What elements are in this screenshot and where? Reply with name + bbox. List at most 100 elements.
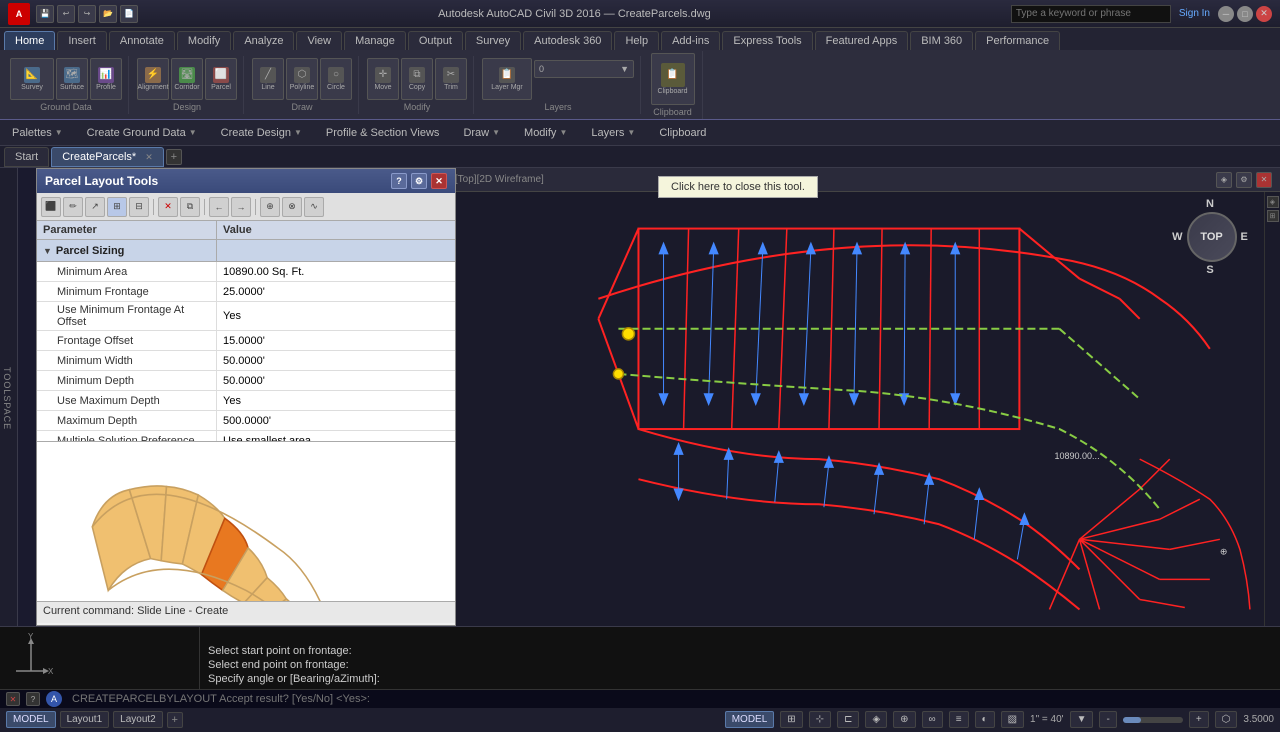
tab-autodesk360[interactable]: Autodesk 360 [523, 31, 612, 50]
row-min-frontage[interactable]: Minimum Frontage 25.0000' [37, 282, 455, 302]
ribbon-btn-layers[interactable]: 📋 Layer Mgr [482, 58, 532, 100]
tab-help[interactable]: Help [614, 31, 659, 50]
tab-survey[interactable]: Survey [465, 31, 521, 50]
ribbon-btn-move[interactable]: ✛ Move [367, 58, 399, 100]
ribbon-btn-align[interactable]: ⚡ Alignment [137, 58, 169, 100]
viewport-settings-btn[interactable]: ⚙ [1236, 172, 1252, 188]
group-modify[interactable]: Modify ▼ [520, 125, 571, 141]
tool-select[interactable]: ⬛ [41, 197, 61, 217]
tab-analyze[interactable]: Analyze [233, 31, 294, 50]
right-tool-2[interactable]: ⊞ [1267, 210, 1279, 222]
new-tab-button[interactable]: + [166, 149, 182, 165]
modify-dropdown-arrow: ▼ [559, 128, 567, 137]
ribbon-btn-2[interactable]: 🗺 Surface [56, 58, 88, 100]
tool-delete[interactable]: ✕ [158, 197, 178, 217]
group-draw[interactable]: Draw ▼ [459, 125, 504, 141]
row-frontage-offset[interactable]: Frontage Offset 15.0000' [37, 331, 455, 351]
tab-home[interactable]: Home [4, 31, 55, 50]
group-layers[interactable]: Layers ▼ [587, 125, 639, 141]
tool-pick-start[interactable]: ⊕ [260, 197, 280, 217]
compass: N W TOP E S [1180, 198, 1240, 318]
row-max-depth[interactable]: Maximum Depth 500.0000' [37, 411, 455, 431]
parcel-panel-title-text: Parcel Layout Tools [45, 174, 158, 188]
qa-new[interactable]: 📄 [120, 5, 138, 23]
ribbon-btn-trim[interactable]: ✂ Trim [435, 58, 467, 100]
row-multiple-solution[interactable]: Multiple Solution Preference Use smalles… [37, 431, 455, 441]
command-area: Y X Select start point on frontage: Sele… [0, 626, 1280, 706]
tab-modify[interactable]: Modify [177, 31, 231, 50]
tab-insert[interactable]: Insert [57, 31, 107, 50]
tab-bim360[interactable]: BIM 360 [910, 31, 973, 50]
section-label-sizing: Parcel Sizing [56, 245, 124, 257]
tool-group[interactable]: ⧉ [180, 197, 200, 217]
group-palettes[interactable]: Palettes ▼ [8, 125, 67, 141]
svg-text:⊕: ⊕ [1220, 546, 1228, 556]
tool-add-float[interactable]: ⊟ [129, 197, 149, 217]
panel-help-button[interactable]: ? [391, 173, 407, 189]
ribbon-btn-copy[interactable]: ⧉ Copy [401, 58, 433, 100]
row-min-width[interactable]: Minimum Width 50.0000' [37, 351, 455, 371]
command-input-bar: ✕ ? A [0, 689, 1280, 708]
row-min-area[interactable]: Minimum Area 10890.00 Sq. Ft. [37, 262, 455, 282]
tab-addins[interactable]: Add-ins [661, 31, 720, 50]
row-use-min-frontage[interactable]: Use Minimum Frontage At Offset Yes [37, 302, 455, 331]
qa-save[interactable]: 💾 [36, 5, 54, 23]
row-use-max-depth[interactable]: Use Maximum Depth Yes [37, 391, 455, 411]
ribbon-layer-dropdown[interactable]: 0▼ [534, 60, 634, 78]
section-parcel-sizing[interactable]: ▼ Parcel Sizing [37, 240, 455, 262]
tab-manage[interactable]: Manage [344, 31, 406, 50]
ribbon-btn-corridor[interactable]: 🛣 Corridor [171, 58, 203, 100]
tool-arrow[interactable]: ↗ [85, 197, 105, 217]
cad-viewport[interactable]: [-][Top][2D Wireframe] ◈ ⚙ ✕ Click here … [438, 168, 1280, 626]
section-toggle-sizing: ▼ [43, 246, 52, 256]
tab-performance[interactable]: Performance [975, 31, 1060, 50]
search-input[interactable] [1011, 5, 1171, 23]
cmd-help-btn[interactable]: ? [26, 692, 40, 706]
tab-output[interactable]: Output [408, 31, 463, 50]
tool-add-fixed[interactable]: ⊞ [107, 197, 127, 217]
cmd-cancel-btn[interactable]: ✕ [6, 692, 20, 706]
tool-redo-step[interactable]: → [231, 197, 251, 217]
viewport-close-btn[interactable]: ✕ [1256, 172, 1272, 188]
window-maximize[interactable]: □ [1237, 6, 1253, 22]
window-minimize[interactable]: ─ [1218, 6, 1234, 22]
ribbon-btn-pline[interactable]: ⬡ Polyline [286, 58, 318, 100]
panel-close-button[interactable]: ✕ [431, 173, 447, 189]
ribbon-btn-1[interactable]: 📐 Survey [10, 58, 54, 100]
ribbon-btn-parcel[interactable]: ⬜ Parcel [205, 58, 237, 100]
right-tool-1[interactable]: ◈ [1267, 196, 1279, 208]
tab-view[interactable]: View [296, 31, 342, 50]
qa-redo[interactable]: ↪ [78, 5, 96, 23]
close-tool-notice[interactable]: Click here to close this tool. [658, 176, 818, 198]
tab-expresstools[interactable]: Express Tools [722, 31, 812, 50]
tool-undo-step[interactable]: ← [209, 197, 229, 217]
tab-close-icon[interactable]: ✕ [145, 152, 153, 162]
group-profile-section[interactable]: Profile & Section Views [322, 125, 444, 141]
window-close[interactable]: ✕ [1256, 6, 1272, 22]
group-create-design[interactable]: Create Design ▼ [217, 125, 306, 141]
compass-top-button[interactable]: TOP [1187, 212, 1237, 262]
tool-curve[interactable]: ∿ [304, 197, 324, 217]
qa-undo[interactable]: ↩ [57, 5, 75, 23]
viewport-nav-btn[interactable]: ◈ [1216, 172, 1232, 188]
ribbon-btn-clipboard[interactable]: 📋 Clipboard [651, 53, 695, 105]
tab-annotate[interactable]: Annotate [109, 31, 175, 50]
right-edge-tools: ◈ ⊞ [1264, 192, 1280, 626]
signin-button[interactable]: Sign In [1179, 8, 1210, 19]
command-input-field[interactable] [68, 690, 1274, 708]
tool-pick-end[interactable]: ⊗ [282, 197, 302, 217]
tab-createparcels[interactable]: CreateParcels* ✕ [51, 147, 164, 167]
tab-start[interactable]: Start [4, 147, 49, 167]
param-min-depth: Minimum Depth [37, 371, 217, 390]
ribbon-btn-3[interactable]: 📊 Profile [90, 58, 122, 100]
tab-featuredapps[interactable]: Featured Apps [815, 31, 909, 50]
row-min-depth[interactable]: Minimum Depth 50.0000' [37, 371, 455, 391]
panel-settings-button[interactable]: ⚙ [411, 173, 427, 189]
qa-open[interactable]: 📂 [99, 5, 117, 23]
left-sidebar: TOOLSPACE [0, 168, 18, 626]
ribbon-btn-circle[interactable]: ○ Circle [320, 58, 352, 100]
ribbon-btn-line[interactable]: ╱ Line [252, 58, 284, 100]
col-header-param: Parameter [37, 221, 217, 239]
group-create-ground[interactable]: Create Ground Data ▼ [83, 125, 201, 141]
tool-pencil[interactable]: ✏ [63, 197, 83, 217]
